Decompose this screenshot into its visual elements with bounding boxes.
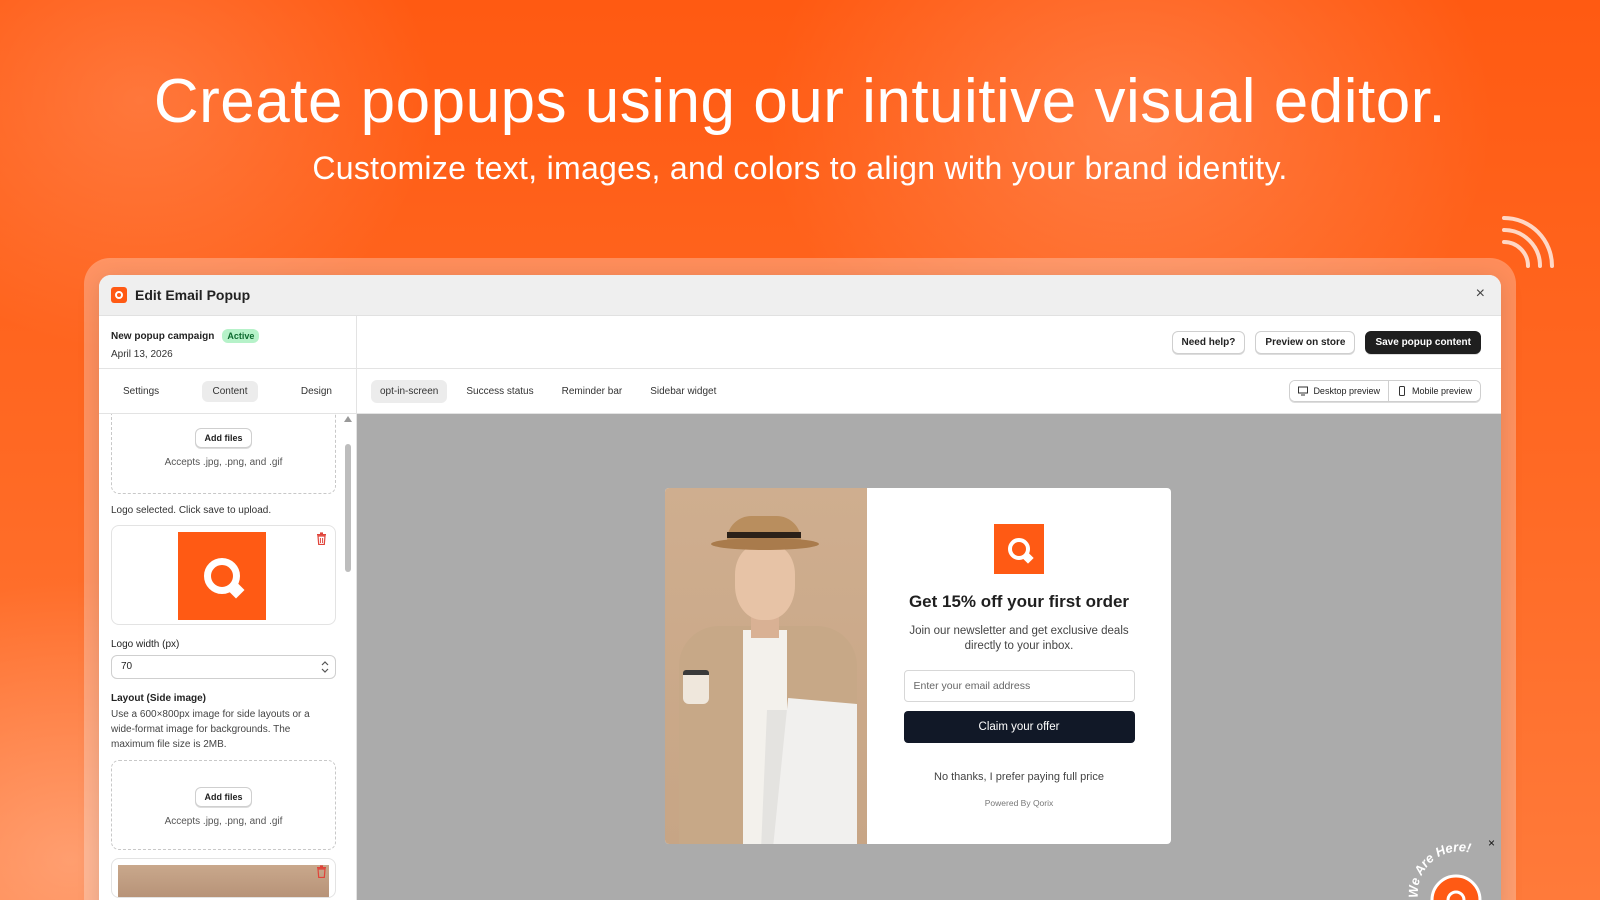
preview-toggle: Desktop preview Mobile preview bbox=[1289, 380, 1481, 402]
main-panel: Need help? Preview on store Save popup c… bbox=[357, 316, 1501, 900]
save-button[interactable]: Save popup content bbox=[1365, 330, 1481, 354]
layout-section-title: Layout (Side image) bbox=[111, 693, 207, 704]
desktop-preview-label: Desktop preview bbox=[1313, 386, 1380, 396]
tab-sidebar-widget[interactable]: Sidebar widget bbox=[641, 380, 725, 403]
add-files-button-2[interactable]: Add files bbox=[195, 787, 252, 807]
top-toolbar: Need help? Preview on store Save popup c… bbox=[357, 316, 1501, 369]
tab-content[interactable]: Content bbox=[202, 380, 258, 402]
desktop-preview-button[interactable]: Desktop preview bbox=[1290, 381, 1388, 401]
page-subheadline: Customize text, images, and colors to al… bbox=[312, 150, 1288, 186]
layout-section-description: Use a 600×800px image for side layouts o… bbox=[111, 709, 310, 750]
scroll-up-icon[interactable] bbox=[344, 416, 352, 422]
page-headline: Create popups using our intuitive visual… bbox=[153, 67, 1447, 136]
email-popup: Get 15% off your first order Join our ne… bbox=[665, 488, 1171, 844]
email-field[interactable]: Enter your email address bbox=[903, 670, 1135, 702]
accepts-note: Accepts .jpg, .png, and .gif bbox=[164, 457, 283, 468]
popup-description: Join our newsletter and get exclusive de… bbox=[909, 625, 1129, 652]
trash-icon-2[interactable] bbox=[316, 865, 327, 878]
popup-logo bbox=[994, 524, 1044, 574]
logo-width-value: 70 bbox=[121, 661, 133, 672]
logo-width-label: Logo width (px) bbox=[111, 639, 180, 650]
accepts-note-2: Accepts .jpg, .png, and .gif bbox=[164, 816, 283, 827]
preview-canvas: Get 15% off your first order Join our ne… bbox=[357, 414, 1501, 900]
mobile-icon bbox=[1398, 386, 1405, 396]
title-bar: Edit Email Popup × bbox=[99, 275, 1501, 316]
tab-reminder-bar[interactable]: Reminder bar bbox=[553, 380, 632, 403]
popup-body: Get 15% off your first order Join our ne… bbox=[867, 488, 1171, 844]
tab-settings[interactable]: Settings bbox=[113, 381, 169, 402]
popup-side-image bbox=[665, 488, 867, 844]
popup-headline: Get 15% off your first order bbox=[908, 592, 1130, 611]
screen-tabs: opt-in-screen Success status Reminder ba… bbox=[357, 369, 1501, 414]
side-image-card bbox=[111, 858, 336, 898]
need-help-button[interactable]: Need help? bbox=[1171, 330, 1246, 354]
signal-icon bbox=[1502, 216, 1554, 268]
powered-by: Powered By Qorix bbox=[984, 798, 1054, 808]
tab-success-status[interactable]: Success status bbox=[457, 380, 542, 403]
close-icon[interactable]: × bbox=[1476, 285, 1485, 303]
campaign-header: New popup campaign Active April 13, 2026 bbox=[99, 316, 356, 369]
side-image-dropzone[interactable]: Add files Accepts .jpg, .png, and .gif bbox=[111, 760, 336, 850]
trash-icon[interactable] bbox=[316, 532, 327, 545]
widget-close-icon[interactable]: × bbox=[1488, 836, 1495, 850]
window-title: Edit Email Popup bbox=[135, 287, 251, 303]
sidebar: New popup campaign Active April 13, 2026… bbox=[99, 316, 357, 900]
mobile-preview-button[interactable]: Mobile preview bbox=[1387, 381, 1480, 401]
status-badge: Active bbox=[222, 329, 260, 343]
logo-selected-note: Logo selected. Click save to upload. bbox=[111, 505, 272, 516]
logo-width-input[interactable]: 70 bbox=[111, 655, 336, 679]
app-logo-icon bbox=[111, 287, 127, 303]
mobile-preview-label: Mobile preview bbox=[1411, 386, 1472, 396]
add-files-button[interactable]: Add files bbox=[195, 428, 252, 448]
tab-opt-in-screen[interactable]: opt-in-screen bbox=[371, 379, 448, 403]
campaign-name-row: New popup campaign Active bbox=[111, 329, 344, 343]
tab-design[interactable]: Design bbox=[291, 381, 342, 402]
claim-offer-button[interactable]: Claim your offer bbox=[903, 711, 1135, 743]
logo-dropzone[interactable]: Add files Accepts .jpg, .png, and .gif bbox=[111, 414, 336, 494]
sidebar-scrollbar[interactable] bbox=[344, 414, 352, 900]
stepper-icon[interactable] bbox=[319, 658, 331, 676]
desktop-icon bbox=[1298, 386, 1309, 396]
campaign-date: April 13, 2026 bbox=[111, 349, 173, 360]
scroll-thumb[interactable] bbox=[345, 444, 351, 572]
preview-store-button[interactable]: Preview on store bbox=[1255, 330, 1356, 354]
decline-link[interactable]: No thanks, I prefer paying full price bbox=[867, 771, 1171, 783]
logo-image bbox=[178, 532, 266, 620]
editor-window: Edit Email Popup × New popup campaign Ac… bbox=[99, 275, 1501, 900]
side-image-thumbnail bbox=[118, 865, 329, 897]
sidebar-content: Add files Accepts .jpg, .png, and .gif L… bbox=[99, 414, 356, 900]
sidebar-tabs: Settings Content Design bbox=[99, 369, 356, 414]
logo-preview-card bbox=[111, 525, 336, 625]
campaign-name: New popup campaign bbox=[111, 330, 215, 342]
